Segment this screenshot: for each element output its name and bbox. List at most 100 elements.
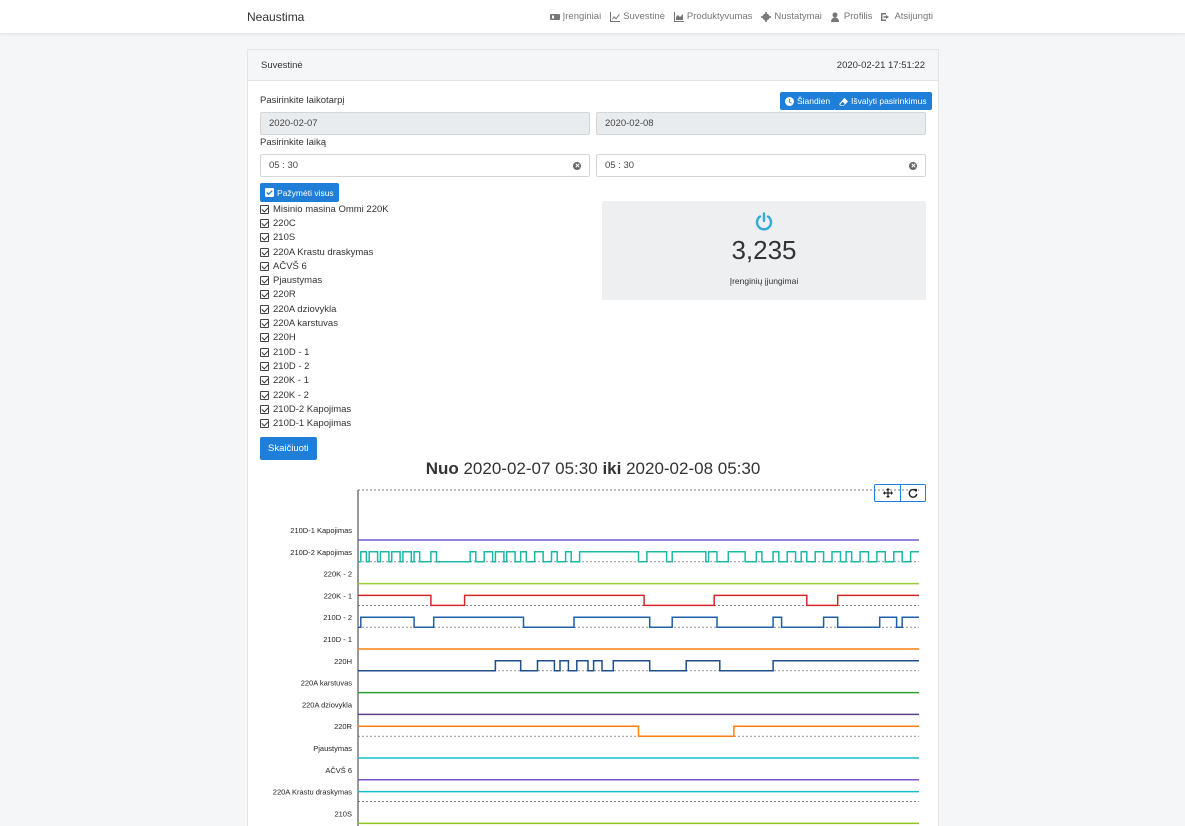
device-checkbox[interactable]: 220C (260, 216, 389, 230)
device-label: 220A karstuvas (273, 318, 338, 330)
today-button-label: Šiandien (797, 96, 831, 106)
checkbox[interactable] (260, 290, 269, 300)
gear-icon (761, 11, 772, 22)
device-checkbox[interactable]: 210D - 1 (260, 345, 389, 359)
date-to-value: 2020-02-08 (605, 118, 654, 129)
user-icon (830, 12, 839, 22)
nav-item-profile[interactable]: Profilis (830, 11, 873, 22)
device-checkbox[interactable]: 210S (260, 231, 389, 245)
device-label: 220A Krastu draskymas (273, 246, 374, 258)
activations-label: Įrenginių įjungimai (729, 276, 799, 286)
date-from-input[interactable]: 2020-02-07 (260, 112, 590, 135)
checkbox[interactable] (260, 304, 269, 314)
move-icon (882, 488, 893, 498)
time-label: Pasirinkite laiką (260, 137, 326, 148)
series-tick-label: 220A dziovykla (302, 700, 353, 709)
device-label: Pjaustymas (273, 275, 323, 287)
device-checkbox[interactable]: 210D-2 Kapojimas (260, 402, 389, 416)
device-label: 210D-2 Kapojimas (273, 403, 352, 415)
series-tick-label: 220K - 1 (324, 591, 352, 600)
checkbox[interactable] (260, 218, 269, 228)
clear-selection-button[interactable]: Išvalyti pasirinkimus (834, 92, 932, 110)
device-checkbox[interactable]: Pjaustymas (260, 273, 389, 287)
select-all-button[interactable]: Pažymėti visus (260, 183, 339, 202)
nav-item-label: Įrenginiai (562, 11, 602, 22)
sign-out-icon (881, 12, 890, 21)
nav-item-label: Atsijungti (894, 11, 933, 22)
refresh-icon (908, 488, 918, 498)
device-checkbox[interactable]: 220A dziovykla (260, 302, 389, 316)
device-checkbox[interactable]: 220A karstuvas (260, 316, 389, 330)
nav-item-productivity[interactable]: Produktyvumas (673, 11, 753, 22)
device-label: 210S (273, 232, 296, 244)
activations-stat-box: 3,235 Įrenginių įjungimai (602, 201, 926, 300)
checkbox[interactable] (260, 261, 269, 271)
device-label: Misinio masina Ommi 220K (273, 203, 389, 215)
nav-item-label: Nustatymai (774, 11, 822, 22)
checkbox[interactable] (260, 390, 269, 400)
series-tick-label: 210S (334, 809, 352, 818)
checkbox[interactable] (260, 333, 269, 343)
device-checkbox[interactable]: 220R (260, 288, 389, 302)
checkbox[interactable] (260, 204, 269, 214)
nav-item-summary[interactable]: Suvestinė (610, 11, 665, 22)
device-label: 220K - 1 (273, 375, 309, 387)
device-checkbox[interactable]: 220H (260, 331, 389, 345)
series-tick-label: 220R (334, 722, 353, 731)
reset-tool-button[interactable] (900, 485, 925, 501)
time-to-input[interactable]: 05 : 30 (596, 154, 926, 177)
chart-title-from: 2020-02-07 05:30 (463, 459, 598, 478)
device-label: AČVŠ 6 (273, 260, 307, 272)
clear-icon[interactable] (573, 161, 581, 170)
device-icon (549, 13, 560, 20)
nav-item-settings[interactable]: Nustatymai (761, 11, 822, 22)
device-checkbox[interactable]: AČVŠ 6 (260, 259, 389, 273)
device-checkbox[interactable]: 210D-1 Kapojimas (260, 416, 389, 430)
checkbox[interactable] (260, 319, 269, 329)
device-label: 210D - 2 (273, 360, 310, 372)
calculate-button[interactable]: Skaičiuoti (260, 437, 317, 460)
chart-title: Nuo 2020-02-07 05:30 iki 2020-02-08 05:3… (248, 459, 938, 479)
nav-item-label: Suvestinė (623, 11, 665, 22)
brand-logo[interactable]: Neaustima (247, 10, 304, 24)
chart-toolbar (874, 484, 926, 502)
time-from-input[interactable]: 05 : 30 (260, 154, 590, 177)
time-to-value: 05 : 30 (605, 160, 635, 171)
checkbox[interactable] (260, 419, 269, 429)
series-line (358, 660, 919, 672)
chart-title-to: 2020-02-08 05:30 (626, 459, 761, 478)
checkbox[interactable] (260, 276, 269, 286)
series-tick-label: 220K - 2 (324, 570, 352, 579)
today-button[interactable]: Šiandien (780, 92, 836, 110)
series-tick-label: 210D-2 Kapojimas (290, 548, 352, 557)
pan-tool-button[interactable] (875, 485, 900, 501)
nav-menu: Įrenginiai Suvestinė Produktyvumas Nusta… (549, 11, 933, 22)
device-checkbox[interactable]: 220A Krastu draskymas (260, 245, 389, 259)
device-checkbox[interactable]: 220K - 2 (260, 388, 389, 402)
checkbox[interactable] (260, 347, 269, 357)
nav-item-label: Profilis (843, 11, 873, 22)
checkbox[interactable] (260, 247, 269, 257)
device-checkbox[interactable]: Misinio masina Ommi 220K (260, 202, 389, 216)
nav-item-devices[interactable]: Įrenginiai (549, 11, 602, 22)
device-label: 210D - 1 (273, 346, 310, 358)
line-chart-icon (610, 11, 621, 22)
clear-icon[interactable] (909, 161, 917, 170)
clock-icon (785, 96, 794, 106)
device-label: 210D-1 Kapojimas (273, 418, 352, 430)
checkbox[interactable] (260, 376, 269, 386)
nav-item-label: Produktyvumas (686, 11, 753, 22)
device-checkbox[interactable]: 220K - 1 (260, 374, 389, 388)
eraser-icon (839, 97, 848, 106)
checkbox[interactable] (260, 361, 269, 371)
series-tick-label: 220A Krastu draskymas (273, 788, 352, 797)
date-to-input[interactable]: 2020-02-08 (596, 112, 926, 135)
device-label: 220K - 2 (273, 389, 309, 401)
device-checkbox[interactable]: 210D - 2 (260, 359, 389, 373)
select-all-label: Pažymėti visus (277, 187, 334, 198)
date-from-value: 2020-02-07 (269, 118, 318, 129)
checkbox[interactable] (260, 233, 269, 243)
checkbox[interactable] (260, 404, 269, 414)
series-tick-label: 210D-1 Kapojimas (290, 526, 352, 535)
nav-item-logout[interactable]: Atsijungti (881, 11, 933, 22)
